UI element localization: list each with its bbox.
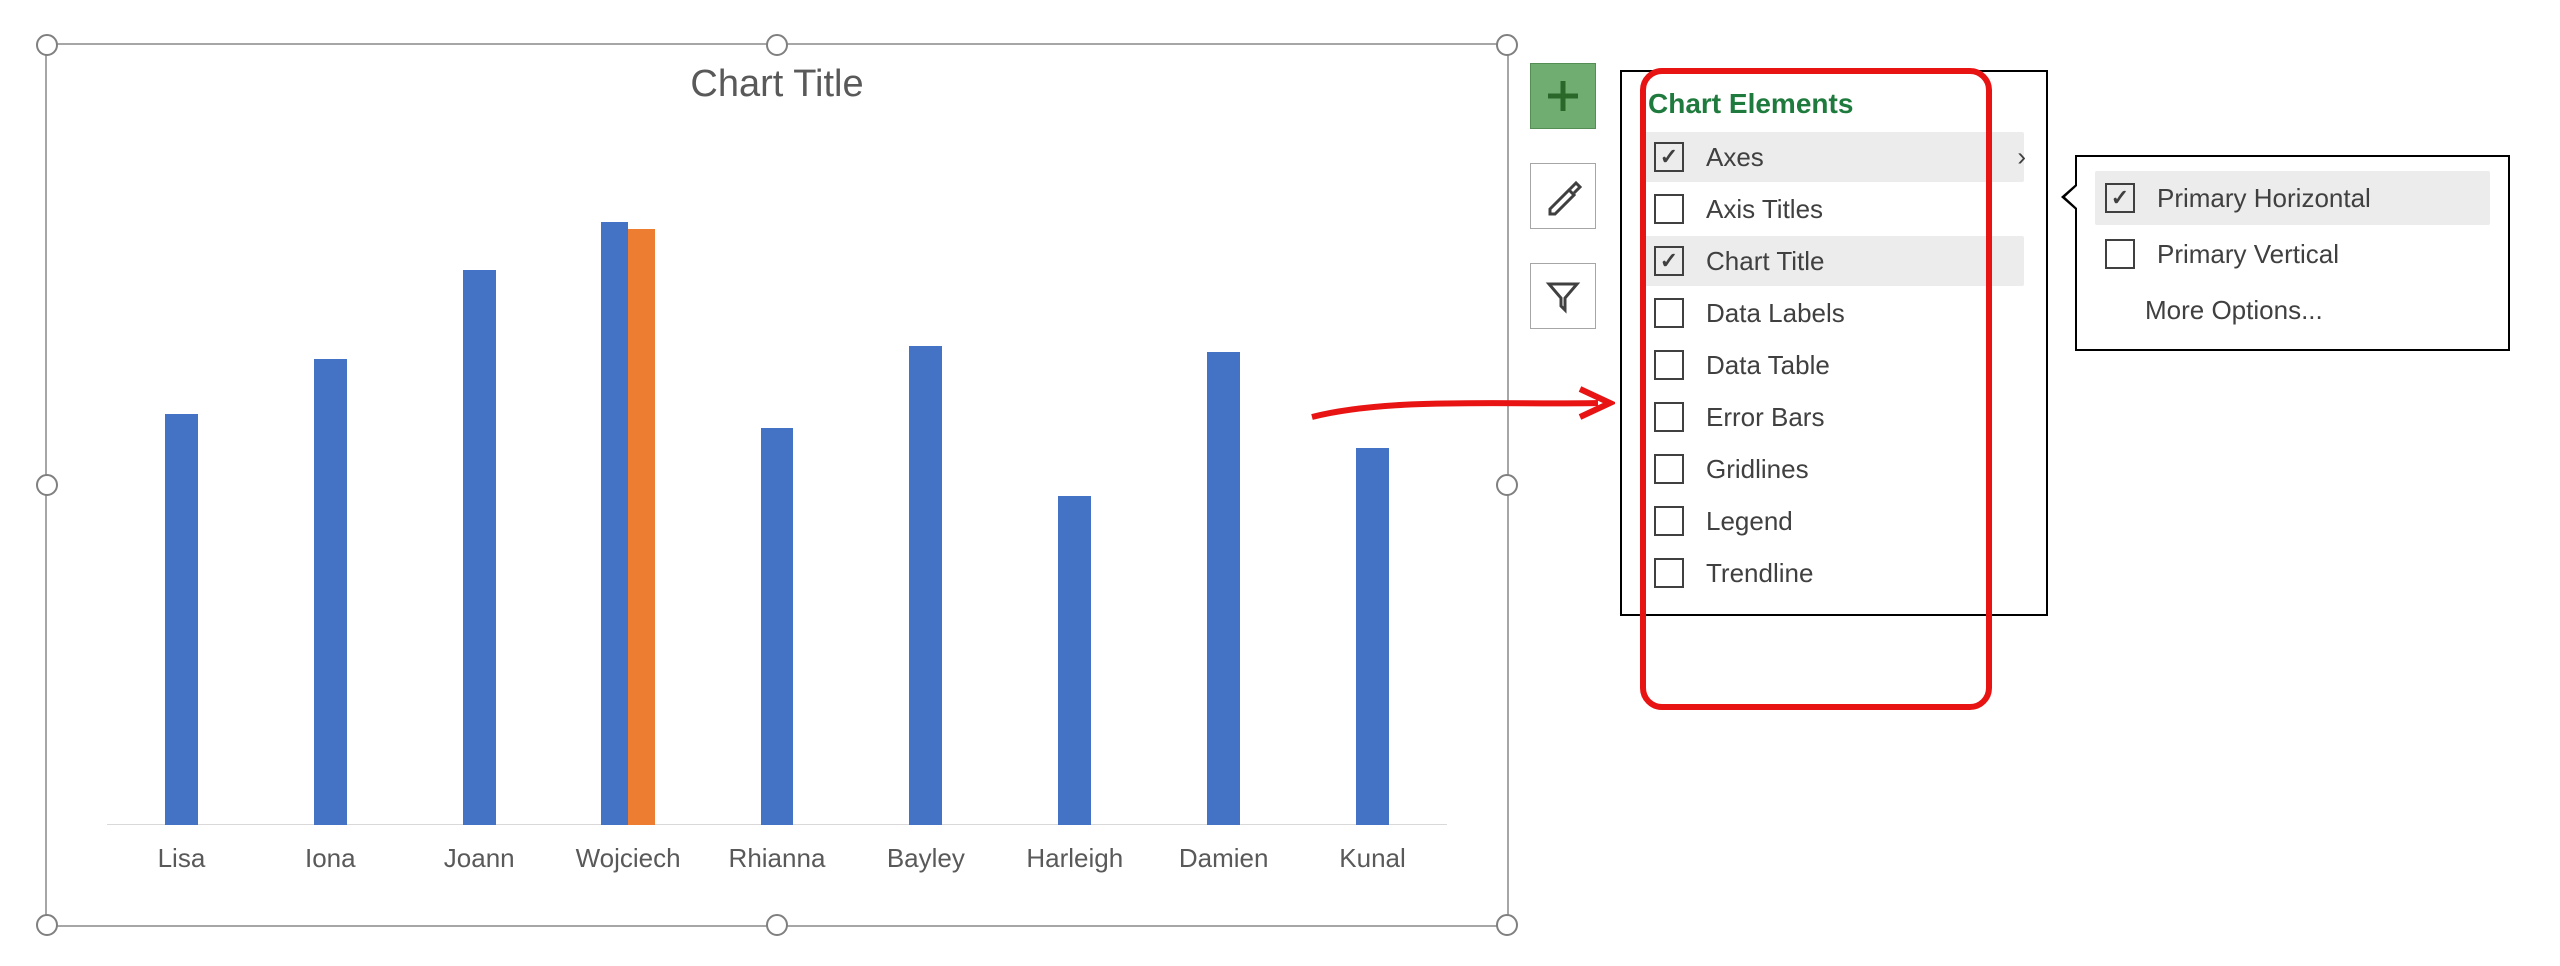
- option-label: Axes: [1706, 142, 1764, 173]
- chart-filters-button[interactable]: [1530, 263, 1596, 329]
- chart-bar[interactable]: [909, 346, 942, 826]
- chart-styles-button[interactable]: [1530, 163, 1596, 229]
- more-options-link[interactable]: More Options...: [2095, 283, 2490, 337]
- option-label: Axis Titles: [1706, 194, 1823, 225]
- chart-object[interactable]: Chart Title LisaIonaJoannWojciechRhianna…: [45, 43, 1509, 927]
- checkbox[interactable]: [2105, 183, 2135, 213]
- checkbox[interactable]: [1654, 402, 1684, 432]
- checkbox[interactable]: [1654, 194, 1684, 224]
- chart-element-option[interactable]: Axis Titles›: [1644, 184, 2024, 234]
- chart-bar[interactable]: [1058, 496, 1091, 825]
- checkbox[interactable]: [1654, 298, 1684, 328]
- x-axis-label: Joann: [405, 825, 554, 874]
- checkbox[interactable]: [1654, 558, 1684, 588]
- resize-handle[interactable]: [766, 914, 788, 936]
- chevron-right-icon: ›: [2017, 142, 2026, 173]
- checkbox[interactable]: [1654, 506, 1684, 536]
- option-label: Error Bars: [1706, 402, 1824, 433]
- resize-handle[interactable]: [36, 914, 58, 936]
- option-label: Gridlines: [1706, 454, 1809, 485]
- chart-bar[interactable]: [1207, 352, 1240, 825]
- chart-element-option[interactable]: Legend›: [1644, 496, 2024, 546]
- option-label: Chart Title: [1706, 246, 1825, 277]
- x-axis-label: Bayley: [851, 825, 1000, 874]
- resize-handle[interactable]: [1496, 914, 1518, 936]
- chart-plot-area[interactable]: LisaIonaJoannWojciechRhiannaBayleyHarlei…: [107, 140, 1447, 825]
- chart-element-option[interactable]: Trendline›: [1644, 548, 2024, 598]
- chart-bar[interactable]: [314, 359, 347, 825]
- chart-title[interactable]: Chart Title: [47, 63, 1507, 106]
- chart-elements-panel: Chart Elements Axes›Axis Titles›Chart Ti…: [1620, 70, 2048, 616]
- chart-bar[interactable]: [628, 229, 655, 825]
- option-label: Data Table: [1706, 350, 1830, 381]
- x-axis-label: Rhianna: [703, 825, 852, 874]
- chart-element-option[interactable]: Gridlines›: [1644, 444, 2024, 494]
- chart-element-option[interactable]: Error Bars›: [1644, 392, 2024, 442]
- x-axis-label: Iona: [256, 825, 405, 874]
- chart-element-option[interactable]: Data Table›: [1644, 340, 2024, 390]
- chart-element-option[interactable]: Axes ›: [1644, 132, 2024, 182]
- x-axis-label: Harleigh: [1000, 825, 1149, 874]
- chart-bar[interactable]: [1356, 448, 1389, 825]
- option-label: Primary Vertical: [2157, 239, 2339, 270]
- option-label: Data Labels: [1706, 298, 1845, 329]
- resize-handle[interactable]: [1496, 34, 1518, 56]
- axes-option[interactable]: Primary Horizontal: [2095, 171, 2490, 225]
- x-axis-label: Kunal: [1298, 825, 1447, 874]
- chart-bar[interactable]: [463, 270, 496, 825]
- checkbox[interactable]: [1654, 454, 1684, 484]
- checkbox[interactable]: [1654, 246, 1684, 276]
- resize-handle[interactable]: [36, 474, 58, 496]
- chart-bar[interactable]: [761, 428, 794, 825]
- x-axis-label: Wojciech: [554, 825, 703, 874]
- chart-element-option[interactable]: Chart Title›: [1644, 236, 2024, 286]
- checkbox[interactable]: [1654, 350, 1684, 380]
- option-label: Trendline: [1706, 558, 1813, 589]
- resize-handle[interactable]: [36, 34, 58, 56]
- chart-elements-button[interactable]: [1530, 63, 1596, 129]
- chart-bar[interactable]: [601, 222, 628, 825]
- panel-title: Chart Elements: [1648, 88, 2024, 120]
- x-axis-label: Damien: [1149, 825, 1298, 874]
- chart-element-option[interactable]: Data Labels›: [1644, 288, 2024, 338]
- option-label: Legend: [1706, 506, 1793, 537]
- axes-submenu: Primary Horizontal Primary Vertical More …: [2075, 155, 2510, 351]
- resize-handle[interactable]: [1496, 474, 1518, 496]
- axes-option[interactable]: Primary Vertical: [2095, 227, 2490, 281]
- chart-bar[interactable]: [165, 414, 198, 825]
- x-axis-label: Lisa: [107, 825, 256, 874]
- resize-handle[interactable]: [766, 34, 788, 56]
- option-label: Primary Horizontal: [2157, 183, 2371, 214]
- checkbox[interactable]: [2105, 239, 2135, 269]
- checkbox[interactable]: [1654, 142, 1684, 172]
- chart-bars: LisaIonaJoannWojciechRhiannaBayleyHarlei…: [107, 140, 1447, 825]
